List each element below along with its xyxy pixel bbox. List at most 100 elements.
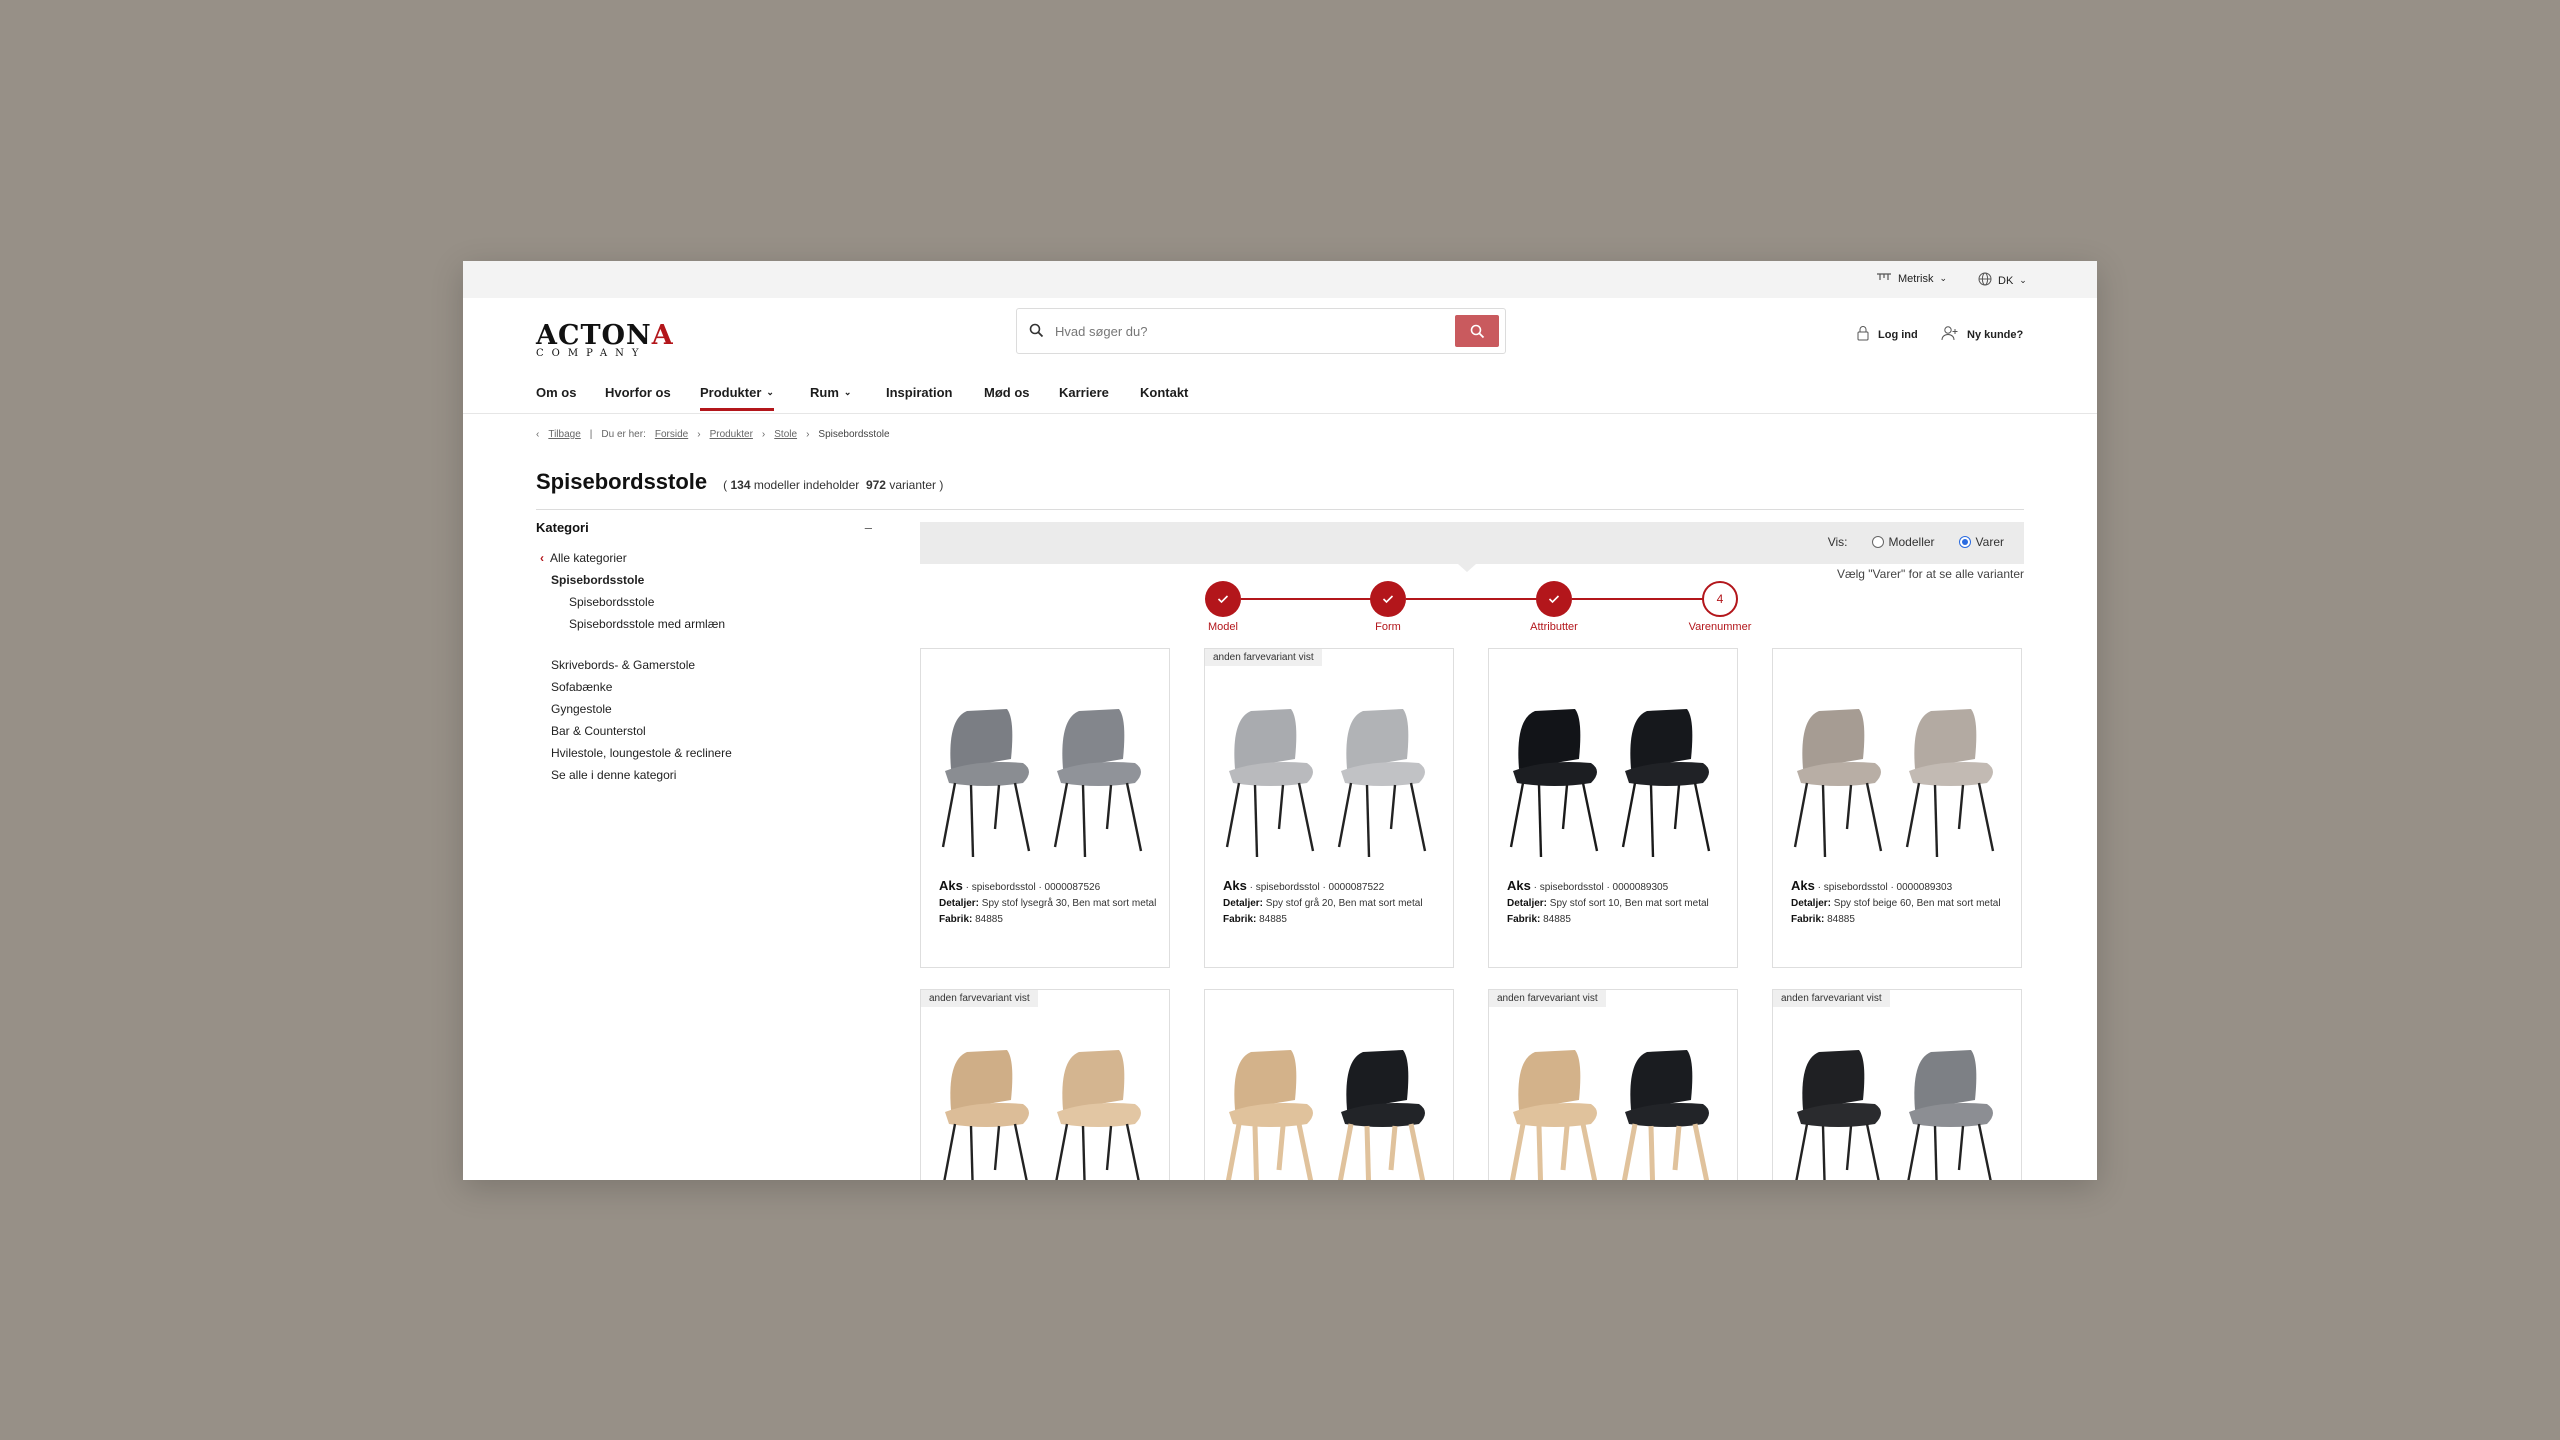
chevron-down-icon: ⌄ — [1939, 273, 1947, 283]
product-details: Spy stof sort 10, Ben mat sort metal — [1549, 898, 1709, 909]
breadcrumb-link-forside[interactable]: Forside — [655, 429, 688, 440]
product-card[interactable]: anden farvevariant vist — [1488, 989, 1738, 1180]
search-icon — [1029, 323, 1044, 343]
product-type: · spisebordsstol · 0000087522 — [1249, 882, 1385, 893]
nav-item-om-os[interactable]: Om os — [536, 377, 576, 407]
login-label: Log ind — [1878, 328, 1918, 341]
sidebar-item-current[interactable]: Spisebordsstole — [536, 569, 872, 591]
step-label: Form — [1375, 621, 1401, 633]
sidebar-item-se-alle[interactable]: Se alle i denne kategori — [536, 764, 872, 786]
collapse-icon[interactable]: – — [865, 520, 872, 535]
step-label: Attributter — [1530, 621, 1578, 633]
sidebar-item-armlaen[interactable]: Spisebordsstole med armlæn — [536, 613, 872, 635]
variant-badge: anden farvevariant vist — [1205, 649, 1322, 666]
product-info: Aks · spisebordsstol · 0000087522 Detalj… — [1223, 878, 1423, 925]
product-factory: 84885 — [975, 914, 1003, 925]
product-image — [943, 1050, 1141, 1180]
new-customer-link[interactable]: Ny kunde? — [1941, 325, 2023, 344]
variant-badge: anden farvevariant vist — [1489, 990, 1606, 1007]
utility-bar: Metrisk ⌄ DK ⌄ — [463, 261, 2097, 298]
site-header: ACTONA COMPANY Log ind Ny kunde? — [463, 298, 2097, 373]
sidebar-item-all[interactable]: ‹ Alle kategorier — [536, 547, 872, 569]
nav-item-inspiration[interactable]: Inspiration — [886, 377, 952, 407]
radio-varer[interactable]: Varer — [1958, 535, 2004, 549]
search-button[interactable] — [1455, 315, 1499, 347]
product-info: Aks · spisebordsstol · 0000087526 Detalj… — [939, 878, 1157, 925]
units-label: Metrisk — [1898, 272, 1934, 285]
category-heading: Kategori — [536, 520, 589, 535]
page-title-row: Spisebordsstole ( 134 modeller indeholde… — [536, 469, 2024, 510]
nav-item-karriere[interactable]: Karriere — [1059, 377, 1109, 407]
sidebar-item-bar[interactable]: Bar & Counterstol — [536, 720, 872, 742]
chevron-down-icon: ⌄ — [843, 386, 852, 397]
product-type: · spisebordsstol · 0000089303 — [1817, 882, 1953, 893]
product-name: Aks — [1223, 878, 1247, 893]
nav-item-produkter[interactable]: Produkter ⌄ — [700, 377, 774, 411]
product-details: Spy stof beige 60, Ben mat sort metal — [1833, 898, 2001, 909]
back-link[interactable]: Tilbage — [548, 429, 580, 440]
product-type: · spisebordsstol · 0000087526 — [965, 882, 1101, 893]
category-header[interactable]: Kategori – — [536, 520, 872, 547]
login-link[interactable]: Log ind — [1856, 325, 1918, 344]
product-factory: 84885 — [1259, 914, 1287, 925]
product-type: · spisebordsstol · 0000089305 — [1533, 882, 1669, 893]
progress-stepper: Model Form Attributter 4 Varenummer — [1205, 581, 1751, 641]
variant-badge: anden farvevariant vist — [1773, 990, 1890, 1007]
product-image — [1509, 1050, 1710, 1180]
view-toggle-bar: Vis: Modeller Varer — [920, 522, 2024, 572]
product-factory: 84885 — [1543, 914, 1571, 925]
product-card[interactable]: anden farvevariant vist Aks · spisebords… — [1204, 648, 1454, 968]
product-card[interactable]: Aks · spisebordsstol · 0000089303 Detalj… — [1772, 648, 2022, 968]
variant-badge: anden farvevariant vist — [921, 990, 1038, 1007]
radio-modeller[interactable]: Modeller — [1871, 535, 1935, 549]
browser-page: Metrisk ⌄ DK ⌄ ACTONA COMPANY Hvad søger… — [463, 261, 2097, 1180]
nav-item-kontakt[interactable]: Kontakt — [1140, 377, 1188, 407]
page-title: Spisebordsstole — [536, 469, 708, 494]
step-model[interactable] — [1205, 581, 1241, 617]
chevron-down-icon: ⌄ — [2019, 275, 2027, 285]
breadcrumb-link-produkter[interactable]: Produkter — [710, 429, 753, 440]
sidebar-item-sofabaenke[interactable]: Sofabænke — [536, 676, 872, 698]
add-user-icon — [1941, 325, 1959, 344]
step-attributter[interactable] — [1536, 581, 1572, 617]
product-factory: 84885 — [1827, 914, 1855, 925]
nav-item-mod-os[interactable]: Mød os — [984, 377, 1030, 407]
nav-item-rum[interactable]: Rum ⌄ — [810, 377, 851, 407]
language-selector[interactable]: DK ⌄ — [1978, 272, 2027, 289]
sidebar-item-gyngestole[interactable]: Gyngestole — [536, 698, 872, 720]
breadcrumb-separator: | — [589, 429, 593, 440]
product-image — [1225, 1050, 1426, 1180]
search-icon — [1470, 324, 1484, 338]
product-card[interactable]: anden farvevariant vist — [1772, 989, 2022, 1180]
search-input[interactable] — [1055, 319, 1435, 343]
chevron-left-icon: ‹ — [536, 429, 540, 440]
sidebar-item-skrivebord[interactable]: Skrivebords- & Gamerstole — [536, 654, 872, 676]
product-name: Aks — [1507, 878, 1531, 893]
product-card[interactable]: Aks · spisebordsstol · 0000089305 Detalj… — [1488, 648, 1738, 968]
product-name: Aks — [1791, 878, 1815, 893]
sidebar-item-spisebordsstole[interactable]: Spisebordsstole — [536, 591, 872, 613]
units-selector[interactable]: Metrisk ⌄ — [1876, 272, 1947, 285]
step-form[interactable] — [1370, 581, 1406, 617]
chevron-left-icon: ‹ — [540, 551, 544, 565]
actona-logo[interactable]: ACTONA COMPANY — [536, 322, 674, 359]
chevron-down-icon: ⌄ — [766, 386, 774, 397]
result-count: ( 134 modeller indeholder 972 varianter … — [723, 478, 944, 492]
search-box — [1016, 308, 1506, 354]
step-label: Varenummer — [1688, 621, 1752, 633]
view-hint: Vælg "Varer" for at se alle varianter — [1836, 567, 2024, 581]
step-varenummer[interactable]: 4 — [1702, 581, 1738, 617]
ruler-icon — [1876, 272, 1892, 285]
product-details: Spy stof lysegrå 30, Ben mat sort metal — [981, 898, 1157, 909]
breadcrumb: ‹ Tilbage | Du er her: Forside › Produkt… — [536, 429, 890, 440]
product-card[interactable] — [1204, 989, 1454, 1180]
check-icon — [1548, 595, 1560, 604]
nav-item-hvorfor-os[interactable]: Hvorfor os — [605, 377, 671, 407]
product-card[interactable]: anden farvevariant vist — [920, 989, 1170, 1180]
product-details: Spy stof grå 20, Ben mat sort metal — [1265, 898, 1423, 909]
breadcrumb-link-stole[interactable]: Stole — [774, 429, 797, 440]
check-icon — [1217, 595, 1229, 604]
product-card[interactable]: Aks · spisebordsstol · 0000087526 Detalj… — [920, 648, 1170, 968]
sidebar-item-hvilestole[interactable]: Hvilestole, loungestole & reclinere — [536, 742, 872, 764]
product-image — [1793, 709, 1995, 858]
